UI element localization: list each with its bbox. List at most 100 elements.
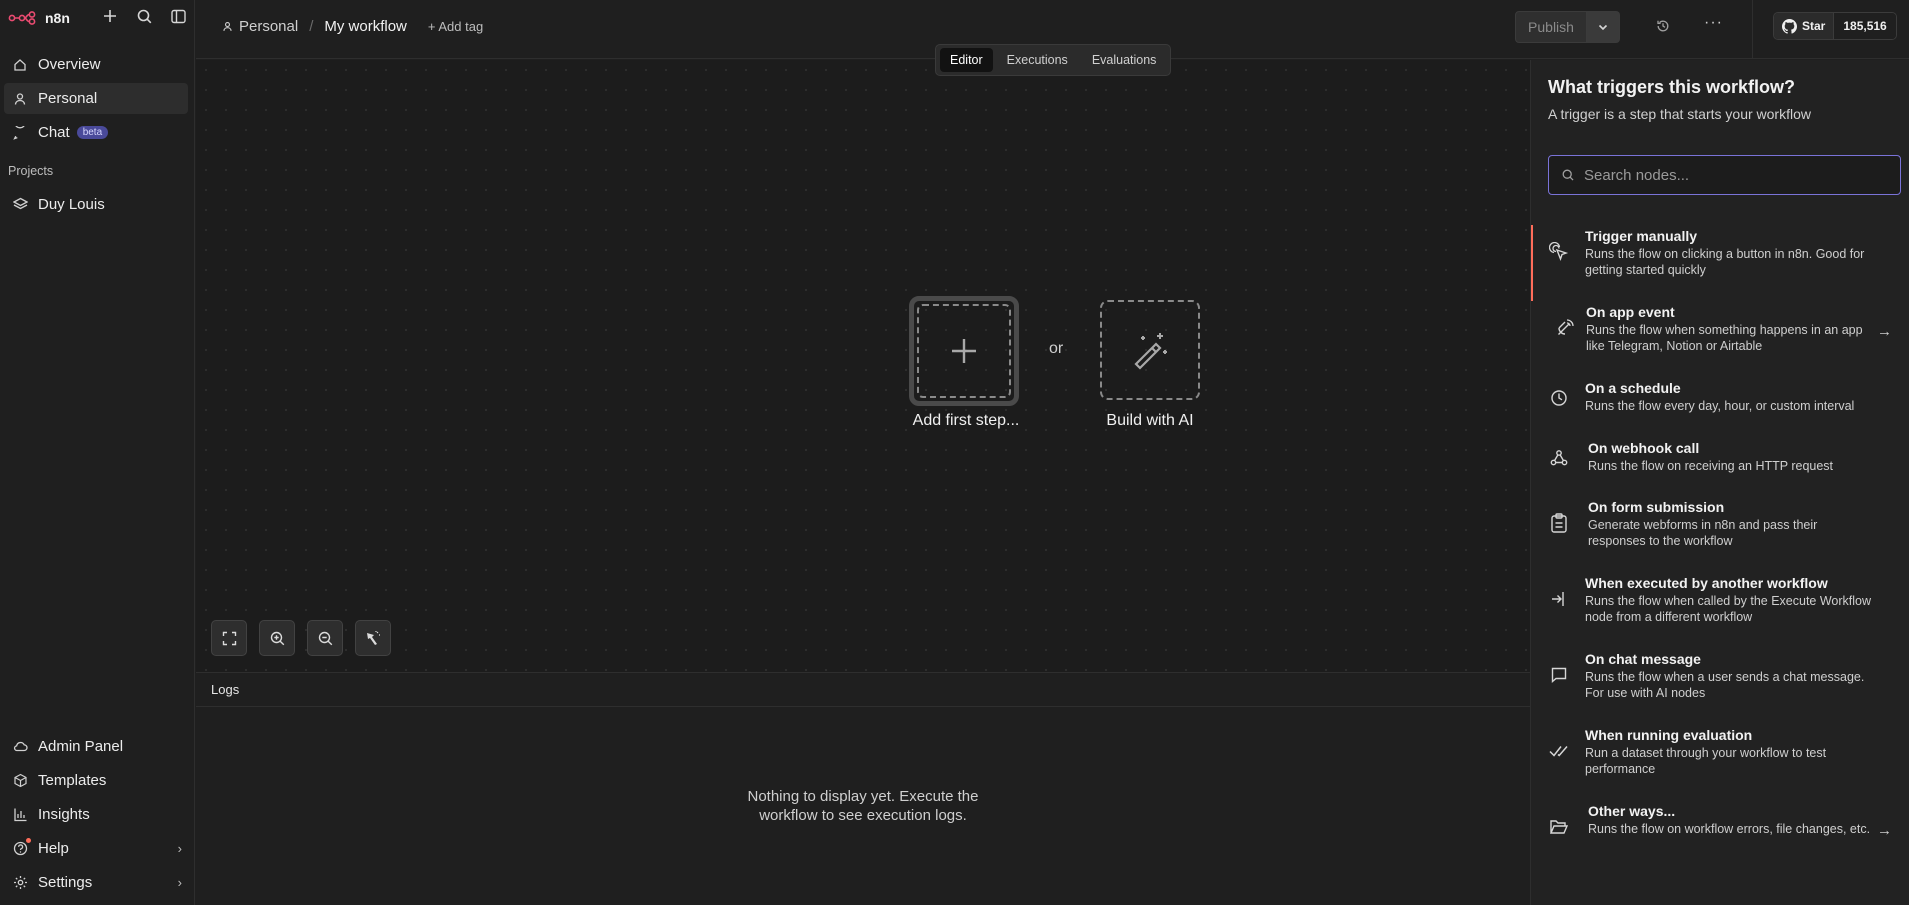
trigger-item-desc: Runs the flow on workflow errors, file c… <box>1588 822 1871 836</box>
tidy-up-button[interactable] <box>355 620 391 656</box>
collapse-sidebar-icon[interactable] <box>170 8 186 24</box>
breadcrumb-personal-label: Personal <box>239 18 299 35</box>
trigger-item-desc: Runs the flow every day, hour, or custom… <box>1585 399 1855 413</box>
logs-empty-message: Nothing to display yet. Execute the work… <box>196 787 1530 825</box>
arrow-right-icon: → <box>1877 822 1892 839</box>
sidebar-item-personal[interactable]: Personal <box>4 83 188 114</box>
tab-executions[interactable]: Executions <box>997 48 1078 72</box>
trigger-item-chat[interactable]: On chat message Runs the flow when a use… <box>1531 648 1909 724</box>
sidebar-item-help[interactable]: Help › <box>4 833 188 864</box>
trigger-item-title: When running evaluation <box>1585 727 1753 743</box>
trigger-item-evaluation[interactable]: When running evaluation Run a dataset th… <box>1531 724 1909 800</box>
trigger-item-desc: Runs the flow when called by the Execute… <box>1585 594 1872 624</box>
logs-empty-line: Nothing to display yet. Execute the <box>747 788 979 805</box>
arrow-right-icon: → <box>1877 323 1892 340</box>
search-icon[interactable] <box>136 8 152 24</box>
check-double-icon <box>1548 740 1570 762</box>
trigger-item-manual[interactable]: Trigger manually Runs the flow on clicki… <box>1531 225 1909 301</box>
sidebar-item-settings[interactable]: Settings › <box>4 867 188 898</box>
broom-icon <box>367 631 380 645</box>
sidebar-item-label: Help <box>38 840 69 857</box>
n8n-app: n8n Overview Personal Chat beta Projects… <box>0 0 1909 905</box>
trigger-item-other-ways[interactable]: Other ways... Runs the flow on workflow … <box>1531 800 1909 876</box>
main-nav: Overview Personal Chat beta <box>4 49 188 151</box>
trigger-item-title: On app event <box>1586 304 1675 320</box>
logs-title[interactable]: Logs <box>196 673 1530 707</box>
trigger-list: Trigger manually Runs the flow on clicki… <box>1531 225 1909 876</box>
magic-wand-icon <box>1134 333 1167 370</box>
publish-button[interactable]: Publish <box>1515 11 1587 43</box>
sign-in-icon <box>1548 588 1570 610</box>
sidebar-item-templates[interactable]: Templates <box>4 765 188 796</box>
tab-evaluations[interactable]: Evaluations <box>1082 48 1167 72</box>
history-icon[interactable] <box>1656 19 1670 38</box>
trigger-item-body: On a schedule Runs the flow every day, h… <box>1585 377 1875 414</box>
sidebar-item-insights[interactable]: Insights <box>4 799 188 830</box>
build-with-ai-button[interactable] <box>1100 300 1200 400</box>
workflow-canvas[interactable]: or Add first step... Build with AI <box>196 60 1530 672</box>
trigger-item-title: On a schedule <box>1585 380 1681 396</box>
chevron-right-icon: › <box>177 875 182 890</box>
trigger-item-title: On webhook call <box>1588 440 1700 456</box>
canvas-controls <box>211 620 391 656</box>
trigger-item-desc: Runs the flow when a user sends a chat m… <box>1585 670 1865 700</box>
trigger-item-body: Trigger manually Runs the flow on clicki… <box>1585 225 1875 278</box>
trigger-item-form[interactable]: On form submission Generate webforms in … <box>1531 496 1909 572</box>
add-first-step-button[interactable] <box>909 296 1019 406</box>
chart-icon <box>12 807 28 823</box>
trigger-item-desc: Run a dataset through your workflow to t… <box>1585 746 1827 776</box>
panel-subtitle: A trigger is a step that starts your wor… <box>1548 106 1811 122</box>
workflow-name[interactable]: My workflow <box>324 18 407 35</box>
trigger-item-app-event[interactable]: On app event Runs the flow when somethin… <box>1531 301 1909 377</box>
sidebar-item-label: Settings <box>38 874 93 891</box>
box-icon <box>12 773 28 789</box>
trigger-item-title: When executed by another workflow <box>1585 575 1828 591</box>
tab-editor[interactable]: Editor <box>940 48 993 72</box>
trigger-item-title: Trigger manually <box>1585 228 1698 244</box>
panel-title: What triggers this workflow? <box>1548 77 1796 97</box>
github-icon <box>1782 18 1797 34</box>
add-tag-button[interactable]: + Add tag <box>428 19 483 34</box>
sidebar-item-chat[interactable]: Chat beta <box>4 117 188 148</box>
breadcrumb-personal[interactable]: Personal <box>222 18 298 35</box>
fullscreen-icon <box>222 631 236 645</box>
trigger-item-body: On app event Runs the flow when somethin… <box>1586 301 1876 354</box>
trigger-item-body: Other ways... Runs the flow on workflow … <box>1588 800 1878 837</box>
cursor-click-icon <box>1548 241 1570 263</box>
trigger-item-webhook[interactable]: On webhook call Runs the flow on receivi… <box>1531 437 1909 496</box>
sidebar-item-label: Templates <box>38 772 107 789</box>
sidebar-item-overview[interactable]: Overview <box>4 49 188 80</box>
plus-icon <box>952 339 976 363</box>
add-first-step-label: Add first step... <box>912 412 1020 429</box>
layers-icon <box>12 197 28 213</box>
trigger-item-body: On chat message Runs the flow when a use… <box>1585 648 1875 701</box>
n8n-logo-icon <box>8 11 36 25</box>
search-field[interactable] <box>1548 155 1901 195</box>
github-star-widget[interactable]: Star 185,516 <box>1773 12 1897 40</box>
zoom-out-button[interactable] <box>307 620 343 656</box>
sidebar-item-label: Chat <box>38 124 70 141</box>
github-star-button[interactable]: Star <box>1774 13 1835 39</box>
publish-group: Publish <box>1515 11 1620 43</box>
trigger-item-schedule[interactable]: On a schedule Runs the flow every day, h… <box>1531 377 1909 437</box>
sidebar-top-actions <box>102 8 186 24</box>
zoom-in-button[interactable] <box>259 620 295 656</box>
trigger-item-sub-workflow[interactable]: When executed by another workflow Runs t… <box>1531 572 1909 648</box>
brand-name: n8n <box>45 10 70 26</box>
trigger-item-title: On chat message <box>1585 651 1701 667</box>
satellite-icon <box>1554 317 1576 339</box>
fit-view-button[interactable] <box>211 620 247 656</box>
cloud-icon <box>12 739 28 755</box>
webhook-icon <box>1548 447 1570 469</box>
sidebar-item-admin-panel[interactable]: Admin Panel <box>4 731 188 762</box>
user-icon <box>12 91 28 107</box>
search-nodes-input[interactable] <box>1584 166 1884 184</box>
build-with-ai-label: Build with AI <box>1106 412 1194 429</box>
more-options-icon[interactable]: ··· <box>1704 14 1723 32</box>
logs-panel: Logs Nothing to display yet. Execute the… <box>196 672 1530 905</box>
publish-dropdown-button[interactable] <box>1587 11 1620 43</box>
sidebar-item-project[interactable]: Duy Louis <box>4 189 188 220</box>
trigger-item-desc: Runs the flow on receiving an HTTP reque… <box>1588 459 1834 473</box>
chevron-right-icon: › <box>177 841 182 856</box>
add-icon[interactable] <box>102 8 118 24</box>
